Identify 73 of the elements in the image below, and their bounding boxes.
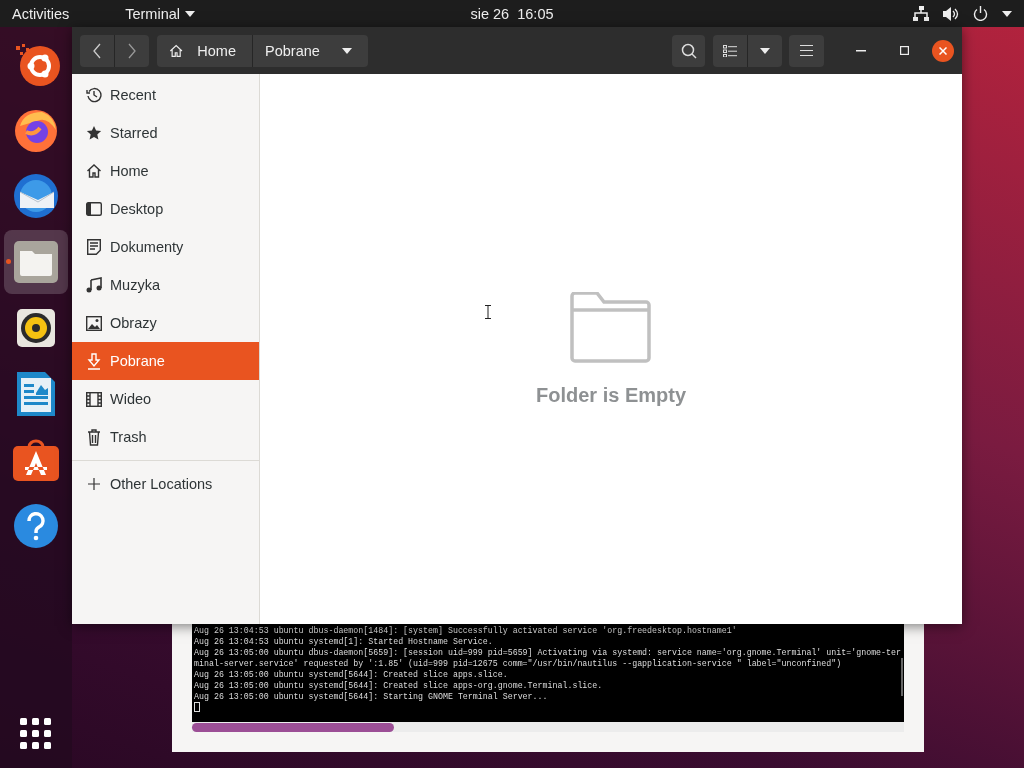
maximize-icon — [899, 46, 909, 55]
star-icon — [86, 125, 102, 141]
plus-icon — [88, 478, 100, 490]
text-cursor-icon — [485, 305, 491, 319]
sidebar-item[interactable]: Dokumenty — [72, 228, 259, 266]
sidebar-item[interactable]: Obrazy — [72, 304, 259, 342]
log-line: Aug 26 13:04:53 ubuntu dbus-daemon[1484]: [system] Successfully activated service 'org.freedesktop.hostname1' — [194, 625, 738, 636]
minimize-icon — [856, 49, 866, 52]
folder-icon — [14, 241, 58, 283]
sidebar-item[interactable]: Muzyka — [72, 266, 259, 304]
list-view-button[interactable] — [713, 34, 747, 67]
volume-icon — [943, 6, 959, 21]
clock-icon — [86, 87, 102, 103]
menu-icon — [800, 45, 813, 56]
activities-button[interactable]: Activities — [12, 5, 70, 22]
sidebar-item[interactable]: Starred — [72, 114, 259, 152]
caret-icon — [1002, 10, 1012, 17]
log-line: Aug 26 13:05:00 ubuntu systemd[5644]: Created slice apps.slice. — [194, 669, 509, 680]
sidebar-item[interactable]: Home — [72, 152, 259, 190]
trash-icon — [87, 428, 101, 446]
power-icon — [973, 6, 988, 21]
home-icon — [86, 163, 102, 179]
scrollbar-thumb[interactable] — [192, 723, 394, 732]
document-icon — [87, 239, 101, 255]
picture-icon — [86, 315, 102, 331]
chevron-left-icon — [93, 42, 101, 59]
dock-item[interactable] — [4, 230, 68, 294]
vertical-scrollbar[interactable] — [901, 658, 903, 696]
sidebar-item[interactable]: Desktop — [72, 190, 259, 228]
empty-folder-icon — [570, 291, 652, 364]
log-line: Aug 26 13:05:00 ubuntu dbus-daemon[5659]: [session uid=999 pid=5659] Activating via systemd: service name='org.gnome.Terminal' unit='gnome-ter — [194, 647, 902, 658]
desktop-icon — [86, 202, 102, 216]
horizontal-scrollbar[interactable] — [192, 722, 904, 732]
log-line: minal-server.service' requested by ':1.85' (uid=999 pid=12675 comm="/usr/bin/nautilus --gapplication-service " label="unconfined") — [194, 658, 843, 669]
list-icon — [723, 44, 737, 57]
film-icon — [86, 391, 102, 407]
music-note-icon — [86, 277, 102, 293]
network-icon — [913, 6, 929, 21]
running-indicator — [6, 259, 11, 264]
clock[interactable]: sie 26 16:05 — [470, 5, 554, 22]
log-line: Aug 26 13:04:53 ubuntu systemd[1]: Started Hostname Service. — [194, 636, 494, 647]
close-icon — [939, 46, 947, 55]
log-line: Aug 26 13:05:00 ubuntu systemd[5644]: Starting GNOME Terminal Server... — [194, 691, 549, 702]
app-menu[interactable]: Terminal — [125, 5, 195, 22]
empty-folder-message: Folder is Empty — [536, 383, 686, 407]
app-grid-icon — [20, 718, 52, 750]
search-icon — [680, 42, 697, 59]
sidebar-item[interactable]: Trash — [72, 418, 259, 456]
chevron-right-icon — [128, 42, 136, 59]
path-button[interactable]: Pobrane — [252, 34, 368, 67]
shopping-bag-icon — [13, 439, 59, 481]
caret-icon — [341, 47, 352, 54]
view-options-button[interactable] — [747, 34, 782, 67]
caret-icon — [185, 10, 195, 17]
log-line: Aug 26 13:05:00 ubuntu systemd[5644]: Created slice apps-org.gnome.Terminal.slice. — [194, 680, 604, 691]
sidebar-item[interactable]: Recent — [72, 76, 259, 114]
download-icon — [87, 352, 101, 370]
sidebar-item[interactable]: Wideo — [72, 380, 259, 418]
close-button[interactable] — [932, 39, 954, 62]
envelope-icon — [12, 172, 60, 220]
sidebar-item[interactable]: Other Locations — [72, 465, 259, 503]
menu-button[interactable] — [789, 34, 824, 67]
path-button[interactable]: Home — [157, 34, 252, 67]
terminal-cursor — [194, 702, 200, 712]
search-button[interactable] — [672, 34, 705, 67]
home-icon — [169, 42, 184, 59]
caret-icon — [760, 47, 770, 54]
back-button[interactable] — [80, 34, 114, 67]
help-icon — [14, 504, 58, 548]
sidebar-item[interactable]: Pobrane — [72, 342, 259, 380]
document-icon — [17, 372, 55, 416]
forward-button[interactable] — [114, 34, 149, 67]
speaker-icon — [17, 309, 55, 347]
